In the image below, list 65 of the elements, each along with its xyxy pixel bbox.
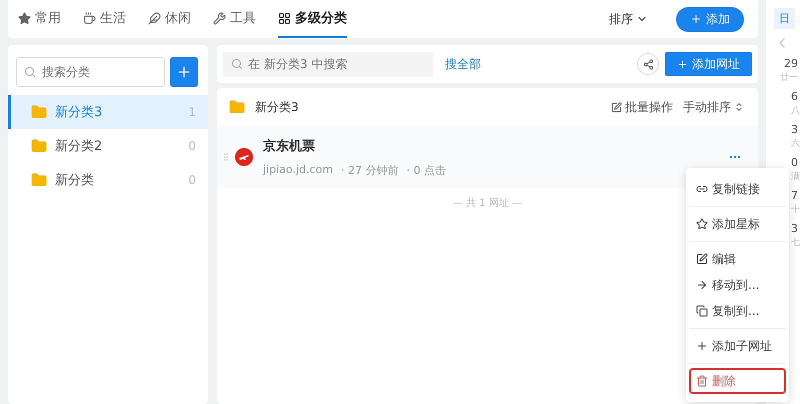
calendar-date: 6 bbox=[791, 90, 798, 103]
folder-icon bbox=[31, 138, 47, 154]
wrench-icon bbox=[213, 12, 226, 24]
menu-item[interactable]: 编辑 bbox=[689, 246, 786, 272]
total-count: — 共 1 网址 — bbox=[452, 196, 522, 210]
calendar-date: 0 bbox=[791, 156, 798, 169]
category-tab[interactable]: 常用 bbox=[18, 0, 61, 38]
add-category-button[interactable] bbox=[170, 57, 198, 87]
category-tab[interactable]: 工具 bbox=[213, 0, 256, 38]
share-button[interactable] bbox=[637, 53, 659, 75]
batch-button[interactable]: 批量操作 bbox=[611, 98, 673, 116]
folder-icon bbox=[31, 172, 47, 188]
plane-logo-icon bbox=[235, 148, 253, 166]
edit-icon bbox=[611, 102, 622, 112]
sort-button[interactable]: 排序 bbox=[603, 10, 654, 28]
folder-icon bbox=[229, 99, 245, 115]
lunar-date: 六 bbox=[791, 138, 800, 150]
copy-icon bbox=[696, 305, 708, 317]
drag-handle-icon[interactable] bbox=[221, 152, 231, 162]
calendar-date: 7 bbox=[791, 189, 798, 202]
bookmark-clicks: · 0 点击 bbox=[406, 162, 446, 178]
lunar-date: 八 bbox=[791, 104, 800, 117]
calendar-date: 29 bbox=[784, 57, 798, 70]
add-button[interactable]: 添加 bbox=[676, 6, 744, 32]
search-field[interactable]: 在 新分类3 中搜索 bbox=[223, 52, 433, 76]
lunar-date: 十 bbox=[791, 204, 800, 216]
search-icon bbox=[24, 66, 36, 78]
share-icon bbox=[642, 58, 654, 70]
menu-item[interactable]: 复制到... bbox=[689, 298, 786, 324]
folder-title: 新分类3 bbox=[255, 98, 299, 116]
sort-icon bbox=[734, 102, 744, 112]
menu-item[interactable]: 添加子网址 bbox=[689, 333, 786, 359]
arrow-icon bbox=[696, 279, 708, 291]
star-icon bbox=[696, 218, 708, 230]
feather-icon bbox=[148, 12, 161, 24]
lunar-date: 七 bbox=[791, 236, 800, 249]
sidebar-item[interactable]: 新分类2 0 bbox=[8, 129, 208, 163]
calendar-date: 3 bbox=[791, 123, 798, 136]
sidebar-item[interactable]: 新分类 0 bbox=[8, 163, 208, 197]
add-url-button[interactable]: 添加网址 bbox=[665, 52, 752, 76]
cup-icon bbox=[83, 12, 96, 24]
plus-icon bbox=[690, 13, 702, 25]
plus-icon bbox=[176, 64, 192, 80]
menu-item[interactable]: 添加星标 bbox=[689, 211, 786, 237]
lunar-date: 满 bbox=[791, 170, 800, 183]
folder-icon bbox=[31, 104, 47, 120]
bookmark-title[interactable]: 京东机票 bbox=[263, 136, 446, 154]
trash-icon bbox=[696, 375, 708, 387]
calendar-date: 3 bbox=[791, 222, 798, 235]
link-icon bbox=[696, 183, 708, 195]
star-icon bbox=[18, 12, 31, 24]
bookmark-time: · 27 分钟前 bbox=[340, 162, 398, 178]
category-tab[interactable]: 多级分类 bbox=[278, 0, 347, 38]
grid-icon bbox=[278, 12, 291, 24]
plus-icon bbox=[696, 340, 708, 352]
sort-button[interactable]: 手动排序 bbox=[683, 98, 744, 116]
category-tab[interactable]: 生活 bbox=[83, 0, 126, 38]
search-field[interactable]: 搜索分类 bbox=[16, 57, 165, 87]
menu-item[interactable]: 移动到... bbox=[689, 272, 786, 298]
edit-icon bbox=[696, 253, 708, 265]
plus-icon bbox=[677, 58, 688, 70]
search-icon bbox=[231, 58, 243, 70]
category-tab[interactable]: 休闲 bbox=[148, 0, 191, 38]
search-all-link[interactable]: 搜全部 bbox=[439, 54, 487, 74]
bookmark-url: jipiao.jd.com bbox=[263, 162, 333, 178]
